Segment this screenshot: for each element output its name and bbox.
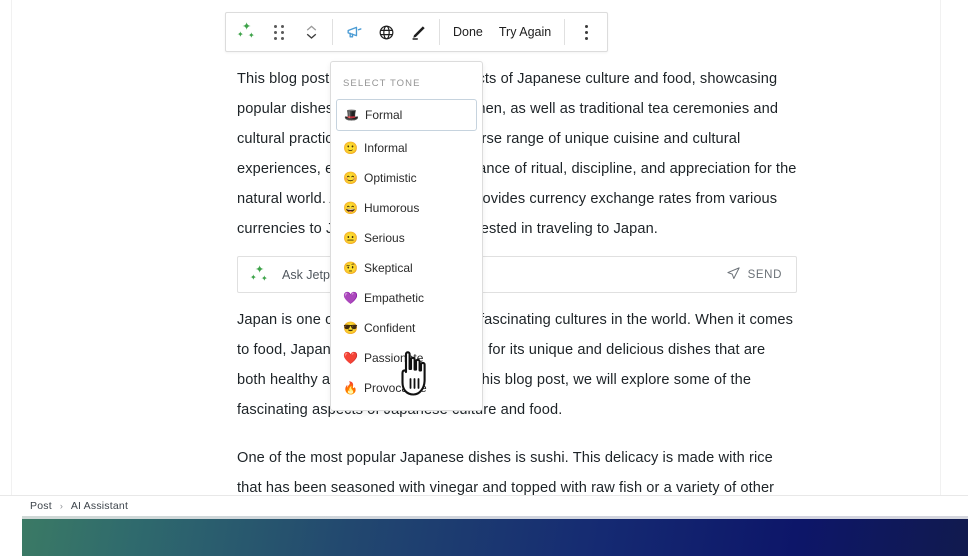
tone-option-formal[interactable]: 🎩 Formal [336, 99, 477, 131]
tone-label: Confident [364, 321, 416, 335]
tone-emoji-icon: 😎 [343, 321, 358, 335]
paper-plane-icon [726, 266, 741, 284]
paragraph: This blog post explores various aspects … [237, 71, 797, 237]
tone-emoji-icon: 😄 [343, 201, 358, 215]
toolbar-group-ai-actions [333, 13, 439, 51]
bottom-gradient-strip [0, 516, 968, 556]
tone-emoji-icon: 🔥 [343, 381, 358, 395]
send-label: SEND [747, 268, 782, 281]
vertical-dots [584, 24, 588, 40]
tone-option-informal[interactable]: 🙂 Informal [331, 133, 482, 163]
breadcrumb: Post › AI Assistant [0, 495, 968, 516]
toolbar-group-confirm: Done Try Again [440, 13, 564, 51]
done-button[interactable]: Done [445, 13, 491, 51]
block-toolbar: ✦ ✦ ✦ Done Try Again [225, 12, 609, 52]
drag-handle-icon[interactable] [263, 13, 295, 51]
app-root: This blog post explores various aspects … [0, 0, 968, 556]
select-tone-dropdown: SELECT TONE 🎩 Formal 🙂 Informal 😊 Optimi… [330, 61, 483, 411]
tone-option-skeptical[interactable]: 🤨 Skeptical [331, 253, 482, 283]
jetpack-ai-block-icon[interactable]: ✦ ✦ ✦ [231, 13, 263, 51]
toolbar-group-more [565, 13, 607, 51]
tone-option-empathetic[interactable]: 💜 Empathetic [331, 283, 482, 313]
breadcrumb-item-post[interactable]: Post [30, 500, 52, 512]
sparkle-icon: ✦ ✦ ✦ [250, 263, 268, 283]
select-tone-header: SELECT TONE [343, 78, 421, 89]
ask-jetpack-bar[interactable]: ✦ ✦ ✦ SEND [237, 256, 797, 293]
drag-handle-dots [274, 24, 284, 40]
tone-label: Humorous [364, 201, 420, 215]
tone-emoji-icon: ❤️ [343, 351, 358, 365]
send-button[interactable]: SEND [722, 266, 786, 284]
tone-label: Informal [364, 141, 408, 155]
tone-emoji-icon: 🙂 [343, 141, 358, 155]
tone-option-confident[interactable]: 😎 Confident [331, 313, 482, 343]
tone-emoji-icon: 💜 [343, 291, 358, 305]
tone-option-humorous[interactable]: 😄 Humorous [331, 193, 482, 223]
breadcrumb-separator-icon: › [59, 501, 63, 511]
try-again-button[interactable]: Try Again [491, 13, 559, 51]
chevron-up-down-icon [306, 25, 317, 39]
globe-translate-icon[interactable] [370, 13, 402, 51]
strip-left-edge [0, 516, 22, 556]
paragraph: One of the most popular Japanese dishes … [237, 450, 775, 495]
tone-label: Optimistic [364, 171, 417, 185]
tone-label: Serious [364, 231, 405, 245]
tone-emoji-icon: 🤨 [343, 261, 358, 275]
paragraph: Japan is one of the most unique and fasc… [237, 312, 793, 418]
tone-label: Provocative [364, 381, 427, 395]
tone-emoji-icon: 😐 [343, 231, 358, 245]
tone-emoji-icon: 🎩 [344, 108, 359, 122]
tone-emoji-icon: 😊 [343, 171, 358, 185]
breadcrumb-item-ai-assistant[interactable]: AI Assistant [71, 500, 128, 512]
sparkle-icon: ✦ ✦ ✦ [237, 21, 255, 41]
more-options-icon[interactable] [570, 13, 602, 51]
tone-option-passionate[interactable]: ❤️ Passionate [331, 343, 482, 373]
tone-option-optimistic[interactable]: 😊 Optimistic [331, 163, 482, 193]
pencil-improve-icon[interactable] [402, 13, 434, 51]
tone-label: Passionate [364, 351, 424, 365]
tone-option-provocative[interactable]: 🔥 Provocative [331, 373, 482, 403]
tone-label: Skeptical [364, 261, 413, 275]
toolbar-group-block: ✦ ✦ ✦ [226, 13, 332, 51]
megaphone-tone-icon[interactable] [338, 13, 370, 51]
tone-option-serious[interactable]: 😐 Serious [331, 223, 482, 253]
tone-label: Empathetic [364, 291, 425, 305]
move-up-down-icon[interactable] [295, 13, 327, 51]
tone-label: Formal [365, 108, 403, 122]
